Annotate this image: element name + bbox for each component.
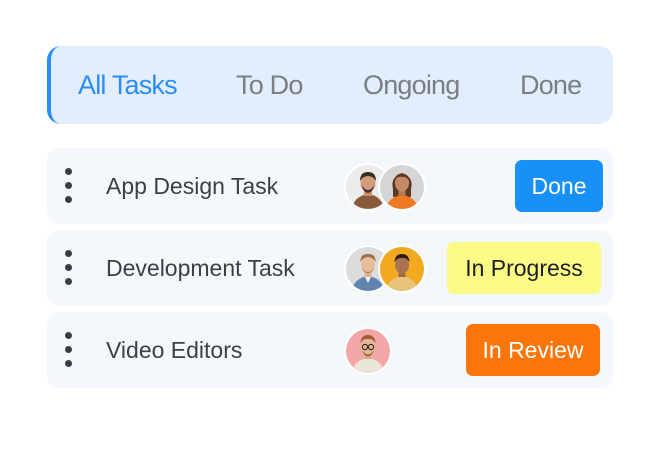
task-name: App Design Task [106, 173, 279, 199]
status-badge[interactable]: In Progress [447, 242, 601, 294]
tab-all-tasks[interactable]: All Tasks [78, 46, 178, 124]
task-name: Development Task [106, 255, 295, 281]
tab-done[interactable]: Done [520, 46, 582, 124]
man-yellow-background-avatar[interactable] [378, 245, 426, 293]
task-name: Video Editors [106, 337, 243, 363]
drag-handle-icon[interactable] [61, 248, 75, 288]
man-glasses-pink-background-avatar[interactable] [344, 327, 392, 375]
drag-handle-icon[interactable] [61, 166, 75, 206]
woman-orange-top-avatar[interactable] [378, 163, 426, 211]
tab-to-do[interactable]: To Do [236, 46, 303, 124]
task-row[interactable]: Development Task In Progress [47, 230, 613, 306]
task-row[interactable]: App Design Task Done [47, 148, 613, 224]
status-badge[interactable]: In Review [466, 324, 600, 376]
task-row[interactable]: Video Editors In Review [47, 312, 613, 388]
drag-handle-icon[interactable] [61, 330, 75, 370]
tab-ongoing[interactable]: Ongoing [363, 46, 460, 124]
task-filter-tabs: All Tasks To Do Ongoing Done [47, 46, 613, 124]
status-badge[interactable]: Done [515, 160, 603, 212]
